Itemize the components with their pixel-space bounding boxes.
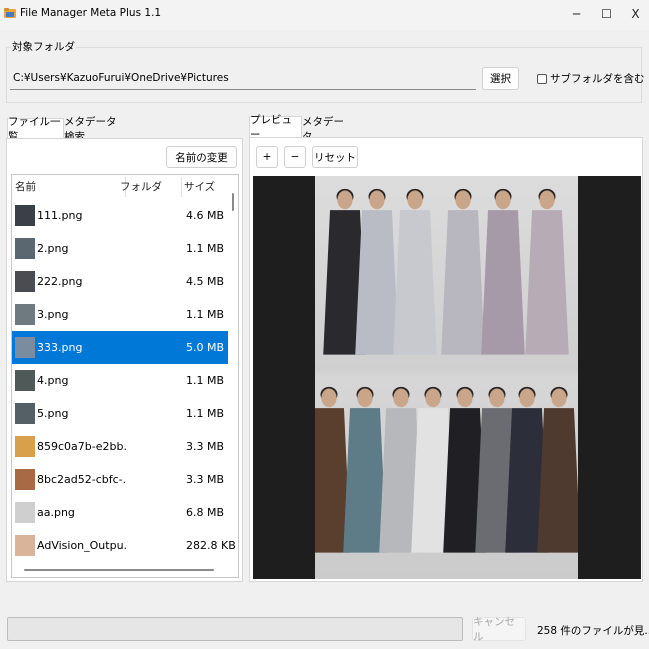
- character-figure: [481, 188, 525, 355]
- minimize-icon: ─: [572, 7, 581, 21]
- file-name: aa.png: [37, 506, 75, 519]
- file-row[interactable]: 8bc2ad52-cbfc-... 3.3 MB: [12, 463, 228, 496]
- window-title: File Manager Meta Plus 1.1: [20, 7, 162, 19]
- file-name: 859c0a7b-e2bb...: [37, 440, 127, 453]
- character-figure: [393, 188, 437, 355]
- zoom-in-button[interactable]: +: [256, 146, 278, 168]
- target-folder-label: 対象フォルダ: [11, 39, 76, 54]
- character-figure: [537, 386, 578, 553]
- file-size: 4.5 MB: [186, 275, 225, 288]
- rename-button[interactable]: 名前の変更: [166, 146, 237, 168]
- file-size: 3.3 MB: [186, 473, 225, 486]
- close-icon: X: [631, 7, 640, 21]
- character-lineup-image: [315, 188, 578, 553]
- character-figure: [355, 188, 399, 355]
- file-thumbnail: [15, 304, 35, 325]
- select-folder-button[interactable]: 選択: [482, 67, 519, 90]
- file-thumbnail: [15, 469, 35, 490]
- file-name: 4.png: [37, 374, 69, 387]
- file-thumbnail: [15, 502, 35, 523]
- file-name: 222.png: [37, 275, 83, 288]
- tab-metadata[interactable]: メタデータ: [302, 116, 350, 143]
- include-subfolders-label[interactable]: サブフォルダを含む: [550, 71, 645, 86]
- file-row[interactable]: AdVision_Outpu... 282.8 KB: [12, 529, 236, 562]
- file-size: 1.1 MB: [186, 242, 225, 255]
- file-size: 1.1 MB: [186, 308, 225, 321]
- status-text: 258 件のファイルが見...: [537, 625, 649, 637]
- character-figure: [441, 188, 485, 355]
- tab-metadata-search[interactable]: メタデータ検索: [64, 116, 126, 143]
- file-thumbnail: [15, 337, 35, 358]
- file-name: 3.png: [37, 308, 69, 321]
- file-list[interactable]: 名前 フォルダ サイズ 111.png 4.6 MB 2.png 1.1 MB 222.…: [11, 174, 239, 578]
- file-thumbnail: [15, 535, 35, 556]
- column-separator[interactable]: [181, 177, 182, 197]
- file-row[interactable]: 2.png 1.1 MB: [12, 232, 228, 265]
- column-header-folder[interactable]: フォルダ: [120, 179, 162, 194]
- zoom-out-button[interactable]: −: [284, 146, 306, 168]
- file-name: 2.png: [37, 242, 69, 255]
- file-thumbnail: [15, 205, 35, 226]
- folder-path-input[interactable]: [10, 66, 476, 90]
- file-name: 111.png: [37, 209, 83, 222]
- cancel-button[interactable]: キャンセル: [472, 616, 526, 643]
- file-name: AdVision_Outpu...: [37, 539, 127, 552]
- file-size: 1.1 MB: [186, 407, 225, 420]
- include-subfolders-checkbox[interactable]: [537, 74, 547, 84]
- file-row[interactable]: 5.png 1.1 MB: [12, 397, 228, 430]
- image-preview[interactable]: [253, 176, 641, 579]
- character-figure: [525, 188, 569, 355]
- file-row[interactable]: 222.png 4.5 MB: [12, 265, 228, 298]
- horizontal-scrollbar[interactable]: [24, 569, 214, 571]
- file-row[interactable]: 3.png 1.1 MB: [12, 298, 228, 331]
- file-name: 5.png: [37, 407, 69, 420]
- file-thumbnail: [15, 436, 35, 457]
- progress-bar: [7, 617, 463, 641]
- vertical-scrollbar[interactable]: [232, 193, 234, 211]
- reset-zoom-button[interactable]: リセット: [312, 146, 358, 168]
- file-size: 1.1 MB: [186, 374, 225, 387]
- character-figure: [343, 386, 387, 553]
- file-row[interactable]: 4.png 1.1 MB: [12, 364, 228, 397]
- file-row[interactable]: 859c0a7b-e2bb... 3.3 MB: [12, 430, 228, 463]
- file-size: 3.3 MB: [186, 440, 225, 453]
- file-thumbnail: [15, 238, 35, 259]
- file-thumbnail: [15, 403, 35, 424]
- file-row[interactable]: 111.png 4.6 MB: [12, 199, 228, 232]
- maximize-icon: ☐: [601, 7, 612, 21]
- app-icon: [4, 8, 16, 18]
- file-row[interactable]: 333.png 5.0 MB: [12, 331, 228, 364]
- file-name: 8bc2ad52-cbfc-...: [37, 473, 127, 486]
- file-thumbnail: [15, 271, 35, 292]
- column-header-size[interactable]: サイズ: [184, 179, 215, 194]
- file-size: 282.8 KB: [186, 539, 236, 552]
- title-bar: File Manager Meta Plus 1.1 ─ ☐ X: [0, 0, 649, 30]
- file-size: 6.8 MB: [186, 506, 225, 519]
- file-name: 333.png: [37, 341, 83, 354]
- preview-image: [315, 176, 578, 579]
- tab-preview[interactable]: プレビュー: [249, 114, 302, 141]
- tab-file-list[interactable]: ファイル一覧: [7, 116, 64, 143]
- file-size: 5.0 MB: [186, 341, 225, 354]
- column-header-name[interactable]: 名前: [15, 179, 36, 194]
- file-size: 4.6 MB: [186, 209, 225, 222]
- file-thumbnail: [15, 370, 35, 391]
- minimize-button[interactable]: ─: [560, 0, 593, 28]
- close-button[interactable]: X: [619, 0, 649, 28]
- file-row[interactable]: aa.png 6.8 MB: [12, 496, 228, 529]
